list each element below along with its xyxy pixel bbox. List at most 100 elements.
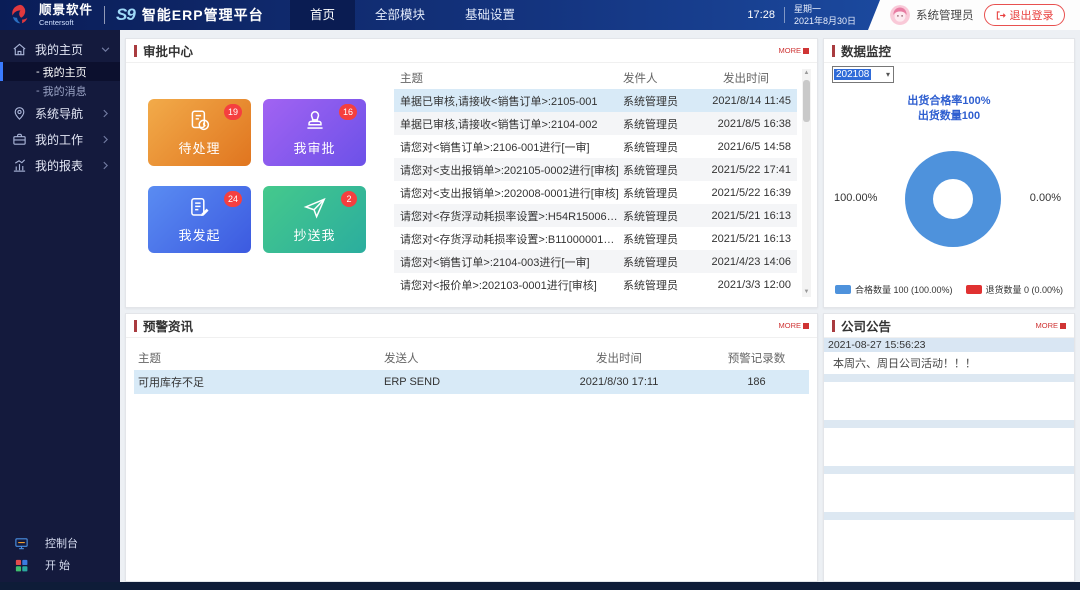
more-link[interactable]: MORE [779,321,810,330]
row-sender: 系统管理员 [623,208,701,224]
paper-plane-icon [302,195,328,221]
nav-all-modules[interactable]: 全部模块 [355,0,445,30]
chart-legend: 合格数量 100 (100.00%) 退货数量 0 (0.00%) [824,283,1074,296]
scroll-up-icon[interactable]: ▲ [802,69,811,78]
donut-right-label: 0.00% [1030,192,1061,204]
col-sender: 发送人 [384,350,534,366]
notice-empty-slot [824,420,1074,428]
sidebar-item-my-messages[interactable]: 我的消息 [0,81,120,100]
row-sender: ERP SEND [384,376,534,388]
document-pencil-icon [187,195,213,221]
more-icon [1060,323,1066,329]
table-row[interactable]: 单据已审核,请接收<销售订单>:2104-002 系统管理员 2021/8/5 … [394,112,797,135]
home-icon [12,42,27,57]
sidebar-item-my-home[interactable]: 我的主页 [0,62,120,81]
more-label: MORE [779,46,802,55]
clock-divider [784,7,785,23]
erp-dashboard: 顺景软件 Centersoft S9 智能ERP管理平台 首页 全部模块 基础设… [0,0,1080,590]
nav-home[interactable]: 首页 [290,0,355,30]
location-pin-icon [12,106,27,121]
table-row[interactable]: 请您对<支出报销单>:202105-0002进行[审核] 系统管理员 2021/… [394,158,797,181]
table-row[interactable]: 请您对<销售订单>:2104-003进行[一审] 系统管理员 2021/4/23… [394,250,797,273]
legend-item-pass: 合格数量 100 (100.00%) [835,283,953,296]
user-area: 系统管理员 退出登录 [868,0,1080,30]
notice-empty-slot [824,520,1074,558]
initiate-count-badge: 24 [224,191,242,207]
row-time: 2021/5/22 17:41 [701,164,797,176]
table-row[interactable]: 单据已审核,请接收<销售订单>:2105-001 系统管理员 2021/8/14… [394,89,797,112]
table-row[interactable]: 请您对<存货浮动耗损率设置>:B11000001进行[审核] 系统管理员 202… [394,227,797,250]
logout-icon [995,10,1006,21]
tile-my-approvals[interactable]: 16 我审批 [263,99,366,166]
table-scrollbar[interactable]: ▲ ▼ [802,69,811,297]
sidebar-group-my-home[interactable]: 我的主页 [0,36,120,62]
date-label: 2021年8月30日 [794,15,856,27]
sidebar-group-my-work[interactable]: 我的工作 [0,126,120,152]
row-time: 2021/8/5 16:38 [701,118,797,130]
table-header: 主题 发送人 发出时间 预警记录数 [134,346,809,370]
panel-header: 预警资讯 MORE [126,314,817,338]
shipment-qty-headline: 出货数量100 [824,107,1074,123]
panel-header: 数据监控 [824,39,1074,63]
app-logo[interactable]: 顺景软件 Centersoft S9 智能ERP管理平台 [8,0,264,30]
weekday-label: 星期一 [794,3,856,15]
legend-swatch-blue [835,285,851,294]
tile-label: 抄送我 [293,225,335,244]
row-time: 2021/6/5 14:58 [701,141,797,153]
more-link[interactable]: MORE [779,46,810,55]
tile-cc-to-me[interactable]: 2 抄送我 [263,186,366,253]
tile-initiated-by-me[interactable]: 24 我发起 [148,186,251,253]
username-label: 系统管理员 [916,7,974,23]
scroll-down-icon[interactable]: ▼ [802,288,811,297]
sidebar-group-system-nav[interactable]: 系统导航 [0,100,120,126]
tile-label: 我发起 [178,225,220,244]
table-row[interactable]: 请您对<销售订单>:2106-001进行[一审] 系统管理员 2021/6/5 … [394,135,797,158]
notice-date: 2021-08-27 15:56:23 [824,338,1074,352]
nav-base-settings[interactable]: 基础设置 [445,0,535,30]
legend-swatch-red [966,285,982,294]
row-record-count: 186 [704,376,809,388]
notice-empty-slot [824,374,1074,382]
panel-title: 审批中心 [143,41,193,60]
period-select[interactable]: 202108 ▾ [832,66,894,83]
sidebar-group-label: 我的工作 [35,131,83,148]
briefcase-icon [12,132,27,147]
col-subject: 主题 [394,70,623,86]
row-time: 2021/8/14 11:45 [701,95,797,107]
product-title: 智能ERP管理平台 [142,5,264,25]
tile-label: 待处理 [178,138,220,157]
start-button[interactable]: 开 始 [0,554,120,576]
row-sender: 系统管理员 [623,93,701,109]
document-clock-icon [187,108,213,134]
table-row[interactable]: 请您对<支出报销单>:202008-0001进行[审核] 系统管理员 2021/… [394,181,797,204]
more-label: MORE [1036,321,1059,330]
title-accent-bar [134,45,137,57]
pending-count-badge: 19 [224,104,242,120]
chevron-right-icon [101,135,110,144]
sidebar-group-my-reports[interactable]: 我的报表 [0,152,120,178]
row-subject: 请您对<销售订单>:2104-003进行[一审] [394,254,623,270]
console-button[interactable]: 控制台 [0,532,120,554]
table-row[interactable]: 可用库存不足 ERP SEND 2021/8/30 17:11 186 [134,370,809,394]
row-subject: 单据已审核,请接收<销售订单>:2105-001 [394,93,623,109]
legend-label: 退货数量 0 (0.00%) [986,283,1064,296]
row-subject: 单据已审核,请接收<销售订单>:2104-002 [394,116,623,132]
avatar[interactable] [890,5,910,25]
table-row[interactable]: 请您对<存货浮动耗损率设置>:H54R15006002进行[审核] 系统管理员 … [394,204,797,227]
topbar: 顺景软件 Centersoft S9 智能ERP管理平台 首页 全部模块 基础设… [0,0,1080,30]
tile-label: 我审批 [293,138,335,157]
tile-pending[interactable]: 19 待处理 [148,99,251,166]
chevron-right-icon [101,109,110,118]
row-subject: 请您对<存货浮动耗损率设置>:H54R15006002进行[审核] [394,208,623,224]
more-link[interactable]: MORE [1036,321,1067,330]
scrollbar-thumb[interactable] [803,80,810,122]
chevron-right-icon [101,161,110,170]
logo-divider [104,6,105,24]
notice-content[interactable]: 本周六、周日公司活动！！！ [824,352,1074,374]
col-sender: 发件人 [623,70,701,86]
table-row[interactable]: 请您对<报价单>:202103-0001进行[审核] 系统管理员 2021/3/… [394,273,797,296]
logout-button[interactable]: 退出登录 [984,4,1065,26]
company-notice-panel: 公司公告 MORE 2021-08-27 15:56:23 本周六、周日公司活动… [823,313,1075,582]
table-header: 主题 发件人 发出时间 [394,67,797,89]
legend-item-return: 退货数量 0 (0.00%) [966,283,1064,296]
